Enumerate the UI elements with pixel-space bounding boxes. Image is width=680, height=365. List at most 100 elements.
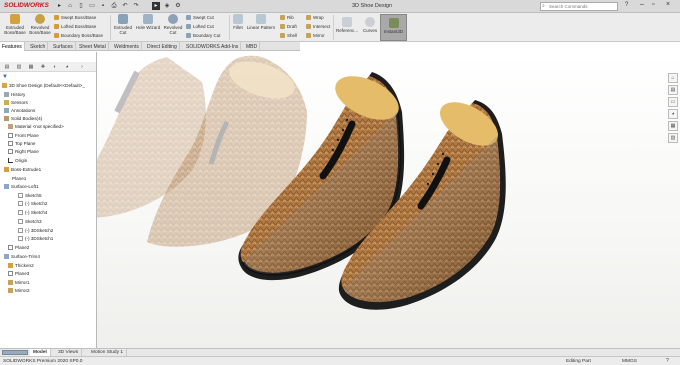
reference-geometry-button[interactable]: Referenc...	[335, 17, 359, 33]
rebuild-icon[interactable]: ◈	[163, 2, 171, 10]
tree-item-sensors[interactable]: Sensors	[4, 100, 28, 106]
tab-mbd[interactable]: MBD	[244, 42, 261, 51]
tree-item-plane1[interactable]: Plane1	[12, 176, 26, 182]
custom-properties-icon[interactable]: ▦	[668, 121, 678, 131]
tree-item-material[interactable]: Material <not specified>	[8, 124, 64, 130]
tab-scroll-arrows-icon[interactable]	[2, 350, 28, 355]
shell-button[interactable]: Shell	[280, 33, 297, 39]
home-icon[interactable]: ⌂	[66, 2, 74, 10]
configuration-manager-icon[interactable]: ▦	[27, 63, 35, 71]
lofted-boss-button[interactable]: Lofted Boss/Base	[54, 24, 96, 30]
intersect-button[interactable]: Intersect	[306, 24, 330, 30]
curves-button[interactable]: Curves	[360, 17, 380, 33]
shell-icon	[280, 33, 285, 39]
swept-boss-button[interactable]: Swept Boss/Base	[54, 15, 96, 21]
tab-sketch[interactable]: Sketch	[28, 42, 49, 51]
tree-item-sketch2[interactable]: (-) Sketch2	[18, 201, 47, 207]
tab-surfaces[interactable]: Surfaces	[51, 42, 76, 51]
restore-icon[interactable]: ▫	[652, 1, 654, 8]
tree-root[interactable]: 3D Shoe Design (Default<<Default>_	[2, 83, 85, 89]
options-gear-icon[interactable]: ⚙	[174, 2, 182, 10]
origin-icon	[8, 158, 13, 163]
tab-direct-editing[interactable]: Direct Editing	[145, 42, 180, 51]
close-icon[interactable]: ×	[666, 1, 670, 8]
minimize-icon[interactable]: –	[640, 1, 644, 8]
linear-pattern-button[interactable]: Linear Pattern	[246, 14, 276, 30]
tree-item-top-plane[interactable]: Top Plane	[8, 141, 35, 147]
tree-item-3dsketch1[interactable]: (-) 3DSketch1	[18, 236, 53, 242]
select-cursor-icon[interactable]: ▸	[152, 2, 160, 10]
help-icon[interactable]: ?	[625, 2, 628, 8]
tree-item-plane3[interactable]: Plane3	[8, 271, 29, 277]
revolved-cut-button[interactable]: Revolved Cut	[162, 14, 184, 35]
units-selector[interactable]: MMGS	[622, 359, 637, 364]
print-icon[interactable]: ⎙	[110, 2, 118, 10]
tree-item-surface-trim4[interactable]: Surface-Trim4	[4, 254, 40, 260]
feature-tree-icon[interactable]: ▤	[3, 63, 11, 71]
menu-arrow-icon[interactable]: ▸	[58, 2, 61, 9]
appearances-icon[interactable]: ◕	[668, 109, 678, 119]
rib-button[interactable]: Rib	[280, 15, 294, 21]
save-icon[interactable]: ▪	[99, 2, 107, 10]
property-manager-icon[interactable]: ▥	[15, 63, 23, 71]
new-document-icon[interactable]: ▯	[77, 2, 85, 10]
feature-manager-toolbar: ▤ ▥ ▦ ✚ ◐ ◕ ›	[0, 62, 96, 72]
design-library-icon[interactable]: ▤	[668, 85, 678, 95]
file-explorer-icon[interactable]: ▭	[668, 97, 678, 107]
tab-weldments[interactable]: Weldments	[112, 42, 142, 51]
tree-item-3dsketch2[interactable]: (-) 3DSketch2	[18, 228, 53, 234]
expand-panel-icon[interactable]: ›	[78, 63, 86, 71]
tab-solidworks-add-ins[interactable]: SOLIDWORKS Add-Ins	[184, 42, 242, 51]
surface-trim-icon	[4, 254, 9, 259]
wrap-button[interactable]: Wrap	[306, 15, 324, 21]
extruded-boss-button[interactable]: Extruded Boss/Base	[2, 14, 28, 35]
tree-item-origin[interactable]: Origin	[8, 158, 27, 164]
status-help-icon[interactable]: ?	[666, 358, 669, 364]
lofted-cut-button[interactable]: Lofted Cut	[186, 24, 214, 30]
instant3d-label: Instant3D	[381, 18, 406, 34]
instant3d-button[interactable]: Instant3D	[380, 14, 407, 41]
tree-item-front-plane[interactable]: Front Plane	[8, 133, 39, 139]
resources-icon[interactable]: ⌂	[668, 73, 678, 83]
tree-item-boss-extrude1[interactable]: Boss-Extrude1	[4, 167, 41, 173]
extrude-cut-icon	[118, 14, 128, 24]
appearance-icon[interactable]: ◕	[63, 63, 71, 71]
tree-item-sketch4[interactable]: (-) Sketch4	[18, 210, 47, 216]
tree-item-surface-loft1[interactable]: Surface-Loft1	[4, 184, 39, 190]
undo-icon[interactable]: ↶	[121, 2, 129, 10]
dimxpert-icon[interactable]: ✚	[39, 63, 47, 71]
solidworks-logo[interactable]: SOLIDWORKS	[4, 2, 49, 9]
open-folder-icon[interactable]: ▭	[88, 2, 96, 10]
tree-item-sketch3[interactable]: Sketch3	[18, 219, 42, 225]
tree-item-thicken2[interactable]: Thicken2	[8, 263, 34, 269]
boundary-cut-button[interactable]: Boundary Cut	[186, 33, 221, 39]
instant3d-icon	[388, 18, 399, 28]
filter-icon[interactable]: ▼	[2, 74, 8, 80]
graphics-viewport[interactable]	[97, 52, 680, 348]
tree-item-plane2[interactable]: Plane2	[8, 245, 29, 251]
boundary-boss-button[interactable]: Boundary Boss/Base	[54, 33, 103, 39]
display-manager-icon[interactable]: ◐	[51, 63, 59, 71]
view-palette-icon[interactable]: ▥	[668, 133, 678, 143]
tab-sheet-metal[interactable]: Sheet Metal	[77, 42, 109, 51]
mirror-button[interactable]: Mirror	[306, 33, 325, 39]
sketch-icon	[18, 219, 23, 224]
fillet-button[interactable]: Fillet	[231, 14, 245, 30]
sketch-icon	[18, 210, 23, 215]
tree-item-mirror1[interactable]: Mirror1	[8, 280, 30, 286]
tree-item-mirror2[interactable]: Mirror2	[8, 288, 30, 294]
tree-item-annotations[interactable]: Annotations	[4, 108, 35, 114]
extruded-cut-button[interactable]: Extruded Cut	[112, 14, 134, 35]
draft-button[interactable]: Draft	[280, 24, 297, 30]
task-pane-tabs: ⌂ ▤ ▭ ◕ ▦ ▥	[668, 73, 678, 143]
tree-item-sketch5[interactable]: Sketch5	[18, 193, 42, 199]
tab-features[interactable]: Features	[0, 42, 25, 51]
hole-wizard-button[interactable]: Hole Wizard	[135, 14, 161, 30]
redo-icon[interactable]: ↷	[132, 2, 140, 10]
swept-cut-button[interactable]: Swept Cut	[186, 15, 214, 21]
tree-item-history[interactable]: History	[4, 92, 25, 98]
tree-item-right-plane[interactable]: Right Plane	[8, 149, 39, 155]
revolved-boss-button[interactable]: Revolved Boss/Base	[28, 14, 52, 35]
search-commands-input[interactable]: Search Commands	[540, 2, 618, 11]
tree-item-solid-bodies[interactable]: Solid Bodies(4)	[4, 116, 42, 122]
